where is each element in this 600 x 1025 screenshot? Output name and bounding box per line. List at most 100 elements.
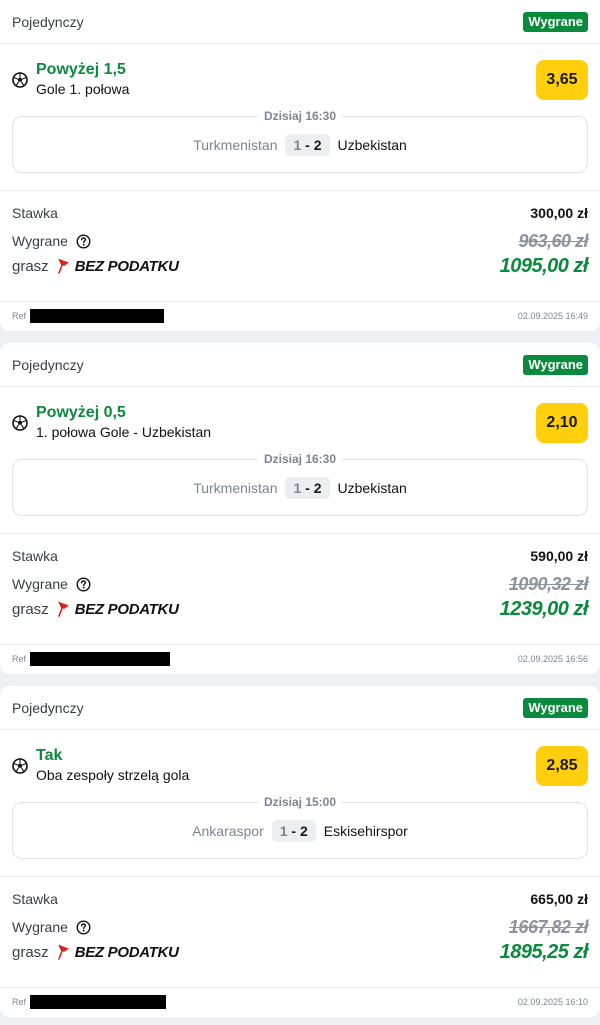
selection-section: Powyżej 0,5 1. połowa Gole - Uzbekistan … <box>0 387 600 534</box>
win-label-row: Wygrane <box>12 919 91 935</box>
ticket-header: Pojedynczy Wygrane <box>0 686 600 730</box>
score-separator: - <box>301 480 314 496</box>
stake-label: Stawka <box>12 548 58 564</box>
bet-type-label: Pojedynczy <box>12 699 84 716</box>
soccer-ball-icon <box>12 758 28 774</box>
home-team: Turkmenistan <box>193 137 278 153</box>
score-away: 2 <box>300 823 308 839</box>
ref-label: Ref <box>12 311 27 321</box>
selection-section: Powyżej 1,5 Gole 1. połowa 3,65 Dzisiaj … <box>0 44 600 191</box>
ref-label: Ref <box>12 654 27 664</box>
score-home: 1 <box>279 823 288 839</box>
bet-ticket-card[interactable]: Pojedynczy Wygrane Tak Oba zespoły strze… <box>0 686 600 1017</box>
match-time: Dzisiaj 15:00 <box>257 795 343 809</box>
promo-text: BEZ PODATKU <box>74 600 179 618</box>
match-info[interactable]: Dzisiaj 16:30 Turkmenistan 1 - 2 Uzbekis… <box>12 109 588 173</box>
ticket-footer: Ref 02.09.2025 16:10 <box>0 988 600 1016</box>
question-circle-icon[interactable] <box>76 577 91 592</box>
ticket-date: 02.09.2025 16:49 <box>517 311 588 321</box>
soccer-ball-icon <box>12 72 28 88</box>
match-time: Dzisiaj 16:30 <box>257 109 343 123</box>
win-label: Wygrane <box>12 576 68 592</box>
score-away: 2 <box>313 480 322 496</box>
stake-label: Stawka <box>12 205 58 221</box>
stake-value: 665,00 zł <box>530 891 588 907</box>
score-separator: - <box>301 137 314 153</box>
promo-text: BEZ PODATKU <box>74 257 179 275</box>
no-tax-promo: grasz BEZ PODATKU <box>12 944 179 961</box>
ticket-date: 02.09.2025 16:10 <box>517 997 588 1007</box>
promo-prefix: grasz <box>12 943 49 961</box>
selection-name: Tak <box>36 747 63 764</box>
match-info[interactable]: Dzisiaj 16:30 Turkmenistan 1 - 2 Uzbekis… <box>12 452 588 516</box>
bet-ticket-card[interactable]: Pojedynczy Wygrane Powyżej 1,5 Gole 1. p… <box>0 0 600 331</box>
original-win-value: 1090,32 zł <box>508 573 589 594</box>
ticket-list: Pojedynczy Wygrane Powyżej 1,5 Gole 1. p… <box>0 0 600 1017</box>
score-separator: - <box>287 823 300 839</box>
ticket-header: Pojedynczy Wygrane <box>0 0 600 44</box>
market-name: Oba zespoły strzelą gola <box>36 767 190 783</box>
win-value: 1095,00 zł <box>499 254 589 277</box>
soccer-ball-icon <box>12 415 28 431</box>
question-circle-icon[interactable] <box>76 234 91 249</box>
win-label-row: Wygrane <box>12 576 91 592</box>
selection-section: Tak Oba zespoły strzelą gola 2,85 Dzisia… <box>0 730 600 877</box>
promo-text: BEZ PODATKU <box>74 943 179 961</box>
selection-name: Powyżej 0,5 <box>36 404 126 421</box>
payout-summary: Stawka 590,00 zł Wygrane 1090,32 zł gras… <box>0 534 600 645</box>
match-score: 1 - 2 <box>285 477 330 499</box>
win-label: Wygrane <box>12 233 68 249</box>
pin-flag-icon <box>57 601 69 617</box>
promo-prefix: grasz <box>12 257 49 275</box>
no-tax-promo: grasz BEZ PODATKU <box>12 601 179 618</box>
pin-flag-icon <box>57 258 69 274</box>
odds-badge: 2,10 <box>536 403 588 443</box>
home-team: Ankaraspor <box>192 823 264 839</box>
no-tax-promo: grasz BEZ PODATKU <box>12 258 179 275</box>
redacted-reference <box>30 995 167 1009</box>
ticket-reference: Ref <box>12 309 165 323</box>
ticket-reference: Ref <box>12 652 171 666</box>
market-name: 1. połowa Gole - Uzbekistan <box>36 424 212 440</box>
stake-label: Stawka <box>12 891 58 907</box>
promo-prefix: grasz <box>12 600 49 618</box>
odds-badge: 3,65 <box>536 60 588 100</box>
status-badge: Wygrane <box>523 697 588 718</box>
status-badge: Wygrane <box>523 354 588 375</box>
stake-value: 590,00 zł <box>530 548 588 564</box>
score-away: 2 <box>313 137 322 153</box>
ticket-footer: Ref 02.09.2025 16:49 <box>0 302 600 330</box>
bet-type-label: Pojedynczy <box>12 13 84 30</box>
redacted-reference <box>30 652 171 666</box>
selection-name: Powyżej 1,5 <box>36 61 126 78</box>
ticket-date: 02.09.2025 16:56 <box>517 654 588 664</box>
original-win-value: 963,60 zł <box>518 230 588 251</box>
stake-value: 300,00 zł <box>530 205 588 221</box>
pin-flag-icon <box>57 944 69 960</box>
odds-badge: 2,85 <box>536 746 588 786</box>
win-label-row: Wygrane <box>12 233 91 249</box>
match-score: 1 - 2 <box>285 134 330 156</box>
market-name: Gole 1. połowa <box>36 81 130 97</box>
redacted-reference <box>30 309 165 323</box>
bet-ticket-card[interactable]: Pojedynczy Wygrane Powyżej 0,5 1. połowa… <box>0 343 600 674</box>
payout-summary: Stawka 665,00 zł Wygrane 1667,82 zł gras… <box>0 877 600 988</box>
win-label: Wygrane <box>12 919 68 935</box>
away-team: Eskisehirspor <box>323 823 408 839</box>
ref-label: Ref <box>12 997 27 1007</box>
home-team: Turkmenistan <box>193 480 278 496</box>
win-value: 1895,25 zł <box>499 940 589 963</box>
ticket-header: Pojedynczy Wygrane <box>0 343 600 387</box>
ticket-footer: Ref 02.09.2025 16:56 <box>0 645 600 673</box>
away-team: Uzbekistan <box>337 137 407 153</box>
ticket-reference: Ref <box>12 995 167 1009</box>
match-info[interactable]: Dzisiaj 15:00 Ankaraspor 1 - 2 Eskisehir… <box>12 795 588 859</box>
payout-summary: Stawka 300,00 zł Wygrane 963,60 zł grasz <box>0 191 600 302</box>
match-time: Dzisiaj 16:30 <box>257 452 343 466</box>
question-circle-icon[interactable] <box>76 920 91 935</box>
match-score: 1 - 2 <box>271 820 316 842</box>
status-badge: Wygrane <box>523 11 588 32</box>
away-team: Uzbekistan <box>337 480 407 496</box>
original-win-value: 1667,82 zł <box>508 916 589 937</box>
win-value: 1239,00 zł <box>499 597 589 620</box>
